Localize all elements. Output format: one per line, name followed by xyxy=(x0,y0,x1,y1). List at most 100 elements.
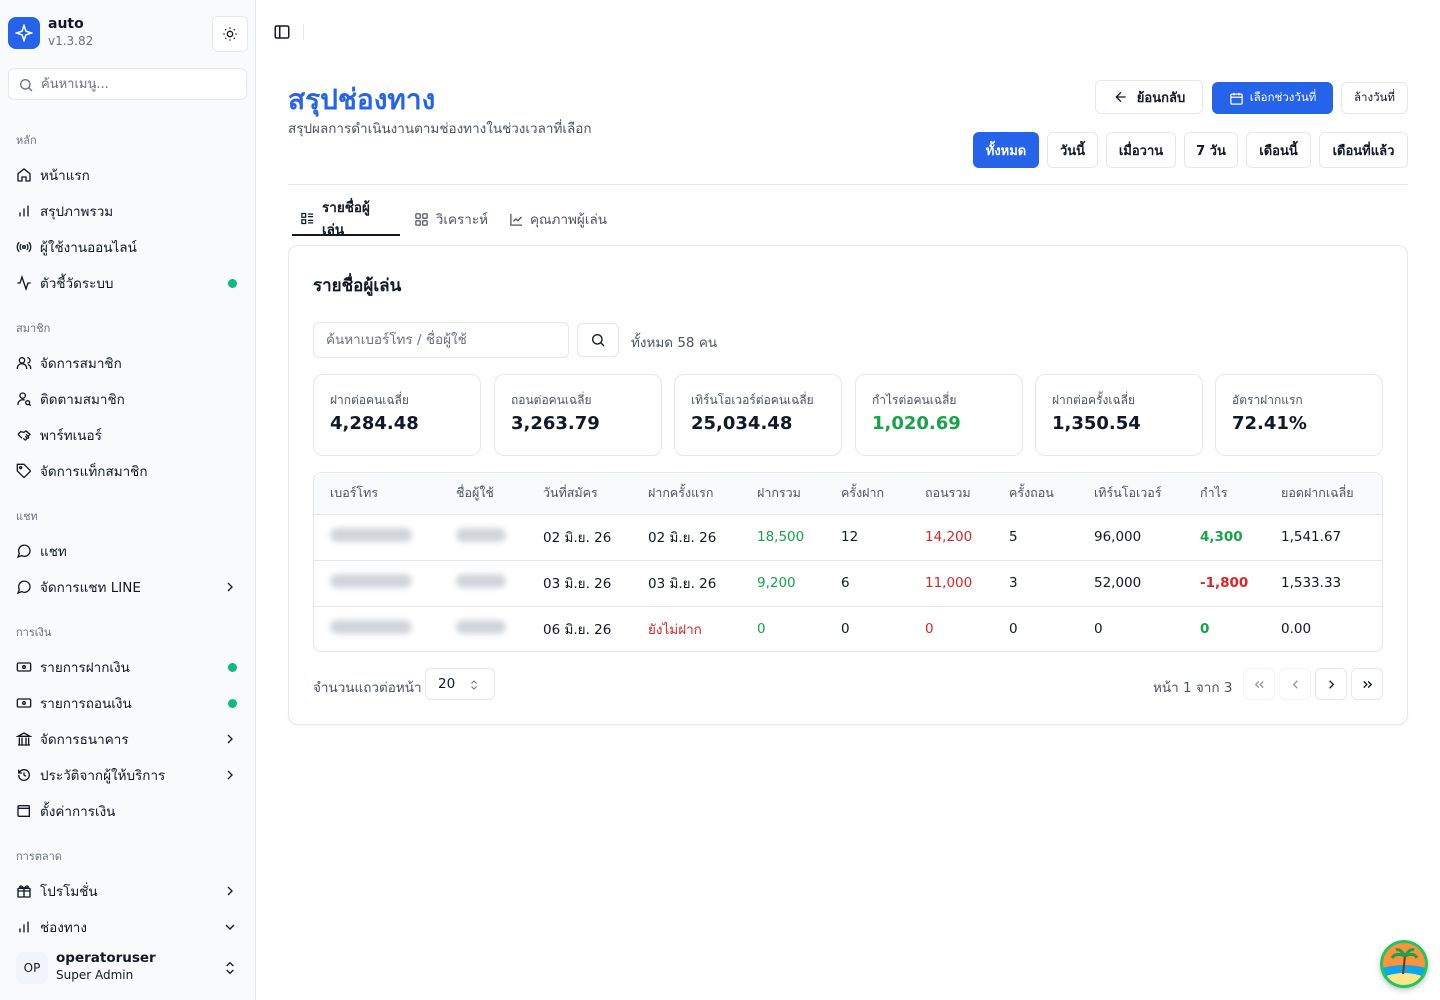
first-page-button[interactable] xyxy=(1243,668,1275,700)
sidebar-item-label: จัดการแท็กสมาชิก xyxy=(40,464,148,480)
table-row[interactable]: 06 มิ.ย. 26 ยังไม่ฝาก 0 0 0 0 0 0 0.00 xyxy=(314,606,1382,651)
stat-value: 1,020.69 xyxy=(872,413,961,434)
back-button[interactable]: ย้อนกลับ xyxy=(1095,80,1203,114)
chat-icon xyxy=(16,579,32,595)
table-row[interactable]: 03 มิ.ย. 26 03 มิ.ย. 26 9,200 6 11,000 3… xyxy=(314,560,1382,607)
sidebar-item-channels[interactable]: ช่องทาง xyxy=(8,911,248,943)
stat-label: ฝากต่อครั้งเฉลี่ย xyxy=(1052,393,1136,407)
search-button[interactable] xyxy=(577,323,619,357)
chevron-right-icon xyxy=(222,767,238,787)
chevrons-left-icon xyxy=(1254,680,1264,688)
sidebar-item-track-members[interactable]: ติดตามสมาชิก xyxy=(8,383,248,415)
table-row[interactable]: 02 มิ.ย. 26 02 มิ.ย. 26 18,500 12 14,200… xyxy=(314,514,1382,561)
rows-per-page-select[interactable]: 20 xyxy=(425,668,495,700)
register-date-cell: 03 มิ.ย. 26 xyxy=(527,560,632,607)
next-page-button[interactable] xyxy=(1315,668,1347,700)
chevrons-up-down-icon xyxy=(222,960,238,980)
clear-date-button[interactable]: ล้างวันที่ xyxy=(1341,82,1408,114)
chat-icon xyxy=(16,543,32,559)
column-header[interactable]: เบอร์โทร xyxy=(314,473,440,515)
topbar-divider xyxy=(303,24,304,40)
avg-deposit-cell: 1,541.67 xyxy=(1265,514,1382,561)
sidebar-item-online-users[interactable]: ผู้ใช้งานออนไลน์ xyxy=(8,231,248,263)
range-yesterday-button[interactable]: เมื่อวาน xyxy=(1106,132,1176,168)
sidebar-item-manage-members[interactable]: จัดการสมาชิก xyxy=(8,347,248,379)
wallet-icon xyxy=(16,803,32,819)
stat-card: อัตราฝากแรก 72.41% xyxy=(1215,374,1383,456)
players-table: เบอร์โทร ชื่อผู้ใช้ วันที่สมัคร ฝากครั้ง… xyxy=(313,472,1383,652)
turnover-cell: 0 xyxy=(1094,621,1103,638)
range-today-button[interactable]: วันนี้ xyxy=(1047,132,1098,168)
sidebar-item-label: จัดการแชท LINE xyxy=(40,580,141,596)
search-icon xyxy=(592,334,605,347)
withdraw-count-cell: 3 xyxy=(993,560,1078,607)
floating-assistant-button[interactable] xyxy=(1380,940,1428,988)
sun-icon xyxy=(223,27,237,41)
sidebar-item-system-metrics[interactable]: ตัวชี้วัดระบบ xyxy=(8,267,248,299)
column-header[interactable]: ชื่อผู้ใช้ xyxy=(440,473,527,515)
chevrons-right-icon xyxy=(1362,680,1372,688)
phone-cell xyxy=(314,514,440,561)
sidebar-item-banks[interactable]: จัดการธนาคาร xyxy=(8,723,248,755)
sidebar-item-partner[interactable]: พาร์ทเนอร์ xyxy=(8,419,248,451)
sidebar-item-finance-settings[interactable]: ตั้งค่าการเงิน xyxy=(8,795,248,827)
user-role: Super Admin xyxy=(56,968,134,982)
redacted-phone xyxy=(330,620,412,635)
sidebar-item-deposits[interactable]: รายการฝากเงิน xyxy=(8,651,248,683)
column-header[interactable]: ฝากครั้งแรก xyxy=(632,473,741,515)
range-7days-button[interactable]: 7 วัน xyxy=(1184,132,1238,168)
column-header[interactable]: ฝากรวม xyxy=(741,473,825,515)
prev-page-button[interactable] xyxy=(1279,668,1311,700)
menu-search[interactable] xyxy=(8,68,247,100)
last-page-button[interactable] xyxy=(1351,668,1383,700)
sidebar-item-label: จัดการสมาชิก xyxy=(40,356,122,372)
sidebar-item-withdrawals[interactable]: รายการถอนเงิน xyxy=(8,687,248,719)
player-search-input[interactable] xyxy=(314,323,568,357)
tab-player-list[interactable]: รายชื่อผู้เล่น xyxy=(292,200,400,238)
redacted-username xyxy=(456,620,506,635)
sidebar-item-member-tags[interactable]: จัดการแท็กสมาชิก xyxy=(8,455,248,487)
turnover-cell: 96,000 xyxy=(1078,514,1184,561)
sidebar-item-provider-history[interactable]: ประวัติจากผู้ให้บริการ xyxy=(8,759,248,791)
player-search[interactable] xyxy=(313,322,569,358)
sidebar-item-home[interactable]: หน้าแรก xyxy=(8,159,248,191)
sidebar-item-label: แชท xyxy=(40,544,67,560)
user-menu[interactable]: OP operatoruser Super Admin xyxy=(8,946,248,990)
column-header[interactable]: ยอดฝากเฉลี่ย xyxy=(1265,473,1382,515)
range-this-month-button[interactable]: เดือนนี้ xyxy=(1246,132,1311,168)
first-deposit-cell: 02 มิ.ย. 26 xyxy=(632,514,741,561)
range-last-month-button[interactable]: เดือนที่แล้ว xyxy=(1319,132,1408,168)
sidebar-item-line-chat[interactable]: จัดการแชท LINE xyxy=(8,571,248,603)
deposit-count-cell: 0 xyxy=(841,621,850,638)
sidebar-item-chat[interactable]: แชท xyxy=(8,535,248,567)
column-header[interactable]: เทิร์นโอเวอร์ xyxy=(1078,473,1184,515)
calendar-icon xyxy=(1229,92,1243,105)
sidebar-toggle-button[interactable] xyxy=(272,22,292,42)
range-all-button[interactable]: ทั้งหมด xyxy=(973,132,1039,168)
profit-cell: 4,300 xyxy=(1184,514,1265,561)
column-header[interactable]: ครั้งถอน xyxy=(993,473,1078,515)
tab-analysis[interactable]: วิเคราะห์ xyxy=(406,202,496,236)
tag-icon xyxy=(16,463,32,479)
pick-date-label: เลือกช่วงวันที่ xyxy=(1249,90,1317,104)
avg-deposit-cell: 0.00 xyxy=(1281,621,1312,638)
pick-date-range-button[interactable]: เลือกช่วงวันที่ xyxy=(1212,82,1333,114)
theme-toggle-button[interactable] xyxy=(212,16,248,52)
back-label: ย้อนกลับ xyxy=(1136,90,1186,106)
brand-name: auto xyxy=(48,16,84,32)
gift-icon xyxy=(16,883,32,899)
bar-chart-icon xyxy=(16,203,32,219)
sparkle-icon[interactable] xyxy=(8,17,40,49)
tab-label: วิเคราะห์ xyxy=(435,212,488,228)
sidebar-item-promotions[interactable]: โปรโมชั่น xyxy=(8,875,248,907)
column-header[interactable]: ถอนรวม xyxy=(909,473,993,515)
tab-player-quality[interactable]: คุณภาพผู้เล่น xyxy=(500,202,618,236)
menu-search-input[interactable] xyxy=(41,69,241,99)
column-header[interactable]: ครั้งฝาก xyxy=(825,473,909,515)
group-label-marketing: การตลาด xyxy=(16,850,62,863)
column-header[interactable]: วันที่สมัคร xyxy=(527,473,632,515)
sidebar-item-label: ผู้ใช้งานออนไลน์ xyxy=(40,240,137,256)
column-header[interactable]: กำไร xyxy=(1184,473,1265,515)
stat-value: 72.41% xyxy=(1232,413,1307,434)
sidebar-item-overview[interactable]: สรุปภาพรวม xyxy=(8,195,248,227)
